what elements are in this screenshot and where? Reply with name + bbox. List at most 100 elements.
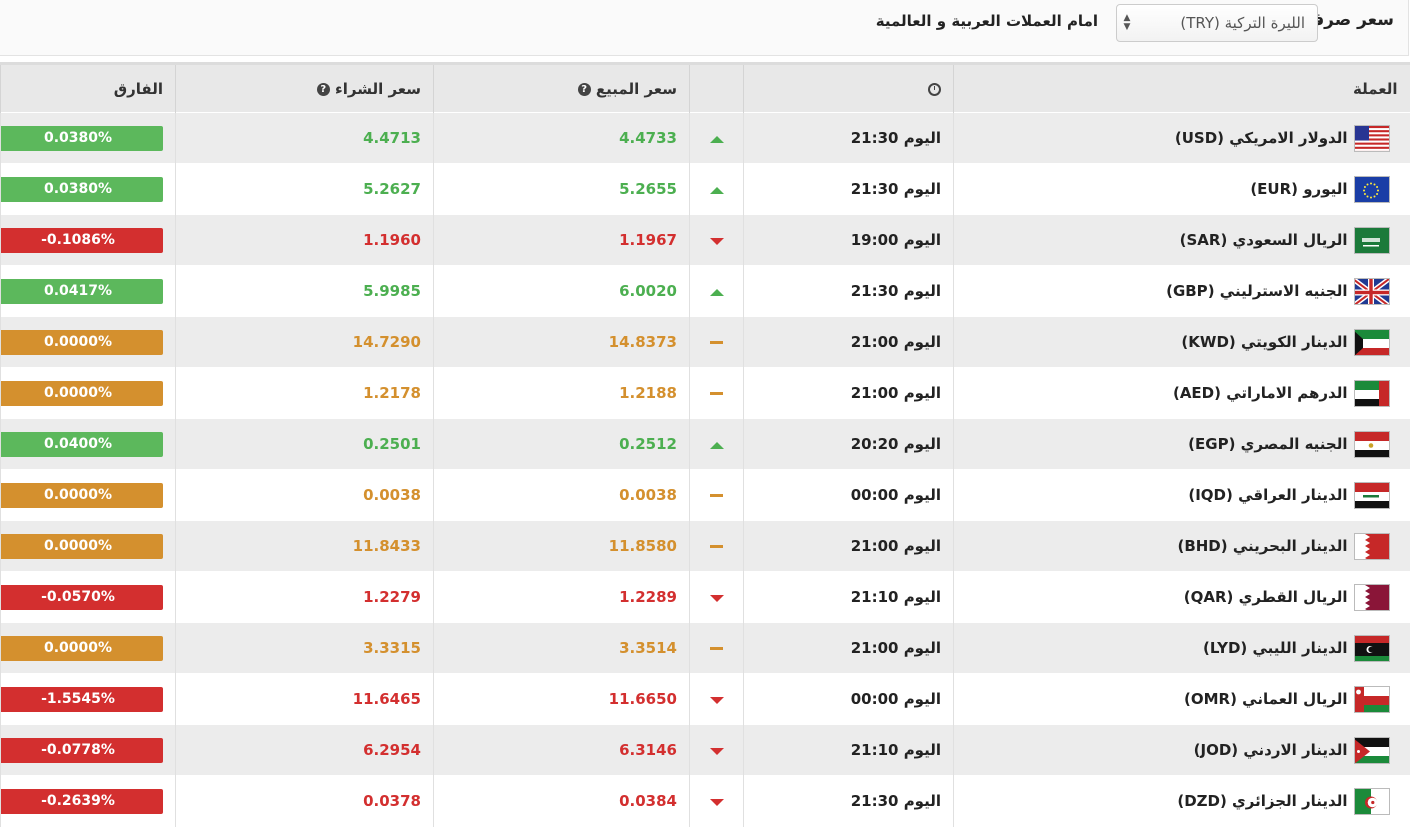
select-arrows-icon: ▲ ▼ — [1123, 13, 1131, 32]
trend-cell — [689, 265, 744, 317]
table-row: الدولار الامريكي (USD) اليوم 21:30 4.4733 4… — [0, 112, 1410, 164]
diff-badge: 0.0417% — [0, 278, 163, 304]
trend-up-icon — [709, 442, 724, 449]
table-header-row: العملة سعر المبيع ? سعر الشراء ? الفارق — [0, 62, 1410, 113]
buy-price: 4.4713 — [175, 112, 434, 164]
sell-price: 1.2188 — [433, 367, 690, 419]
diff-badge: 0.0400% — [0, 431, 163, 457]
iq-flag-icon — [1353, 481, 1390, 509]
diff-badge: -0.0570% — [0, 584, 163, 610]
update-time: اليوم 00:00 — [743, 673, 954, 725]
currency-name: الدرهم الاماراتي (AED) — [1172, 384, 1348, 402]
trend-flat-icon — [710, 647, 723, 650]
table-row: الجنيه المصري (EGP) اليوم 20:20 0.2512 0.25… — [0, 418, 1410, 470]
diff-badge: 0.0000% — [0, 635, 163, 661]
trend-cell — [689, 622, 744, 674]
trend-cell — [689, 418, 744, 470]
diff-cell: -1.5545% — [0, 673, 176, 725]
jo-flag-icon — [1353, 736, 1390, 764]
rate-suffix-label: امام العملات العربية و العالمية — [875, 12, 1098, 30]
exchange-rates-table: العملة سعر المبيع ? سعر الشراء ? الفارق … — [0, 62, 1410, 827]
help-icon[interactable]: ? — [316, 82, 330, 96]
trend-cell — [689, 775, 744, 827]
buy-price: 11.8433 — [175, 520, 434, 572]
currency-name: الدينار البحريني (BHD) — [1177, 537, 1348, 555]
update-time: اليوم 21:30 — [743, 775, 954, 827]
gb-flag-icon — [1353, 277, 1390, 305]
us-flag-icon — [1353, 124, 1390, 152]
table-row: الريال السعودي (SAR) اليوم 19:00 1.1967 1.1… — [0, 214, 1410, 266]
buy-price: 0.2501 — [175, 418, 434, 470]
currency-name: الريال العماني (OMR) — [1183, 690, 1348, 708]
trend-up-icon — [709, 136, 724, 143]
currency-name: الجنيه المصري (EGP) — [1188, 435, 1348, 453]
table-row: الدينار العراقي (IQD) اليوم 00:00 0.0038 0.… — [0, 469, 1410, 521]
qa-flag-icon — [1353, 583, 1390, 611]
trend-cell — [689, 367, 744, 419]
col-buy: سعر الشراء ? — [175, 62, 434, 113]
update-time: اليوم 21:10 — [743, 724, 954, 776]
buy-price: 6.2954 — [175, 724, 434, 776]
currency-cell: الجنيه الاسترليني (GBP) — [953, 265, 1410, 317]
update-time: اليوم 21:10 — [743, 571, 954, 623]
diff-cell: 0.0000% — [0, 469, 176, 521]
trend-flat-icon — [710, 341, 723, 344]
diff-cell: 0.0400% — [0, 418, 176, 470]
dz-flag-icon — [1353, 787, 1390, 815]
base-currency-select[interactable]: الليرة التركية (TRY) ▲ ▼ — [1116, 4, 1318, 42]
trend-cell — [689, 469, 744, 521]
diff-badge: 0.0000% — [0, 329, 163, 355]
trend-cell — [689, 724, 744, 776]
sell-price: 11.8580 — [433, 520, 690, 572]
currency-cell: الريال العماني (OMR) — [953, 673, 1410, 725]
diff-badge: -0.2639% — [0, 788, 163, 814]
diff-badge: -1.5545% — [0, 686, 163, 712]
trend-down-icon — [709, 799, 724, 807]
currency-name: الدينار الجزائري (DZD) — [1177, 792, 1348, 811]
ae-flag-icon — [1353, 379, 1390, 407]
table-row: الدينار الجزائري (DZD) اليوم 21:30 0.0384 0… — [0, 775, 1410, 827]
ly-flag-icon — [1353, 634, 1390, 662]
help-icon[interactable]: ? — [577, 82, 591, 96]
eg-flag-icon — [1353, 430, 1390, 458]
table-row: الدينار البحريني (BHD) اليوم 21:00 11.8580… — [0, 520, 1410, 572]
col-diff: الفارق — [0, 62, 176, 113]
diff-badge: -0.0778% — [0, 737, 163, 763]
col-sell: سعر المبيع ? — [433, 62, 690, 113]
trend-cell — [689, 571, 744, 623]
update-time: اليوم 20:20 — [743, 418, 954, 470]
trend-cell — [689, 520, 744, 572]
col-trend — [689, 62, 744, 113]
currency-cell: الدينار البحريني (BHD) — [953, 520, 1410, 572]
kw-flag-icon — [1353, 328, 1390, 356]
trend-cell — [689, 214, 744, 266]
clock-icon — [928, 82, 941, 96]
currency-name: اليورو (EUR) — [1250, 180, 1348, 198]
table-row: الدينار الليبي (LYD) اليوم 21:00 3.3514 3.3… — [0, 622, 1410, 674]
trend-cell — [689, 316, 744, 368]
sell-price: 1.2289 — [433, 571, 690, 623]
buy-price: 5.9985 — [175, 265, 434, 317]
buy-price: 3.3315 — [175, 622, 434, 674]
currency-name: الريال القطري (QAR) — [1183, 588, 1348, 606]
currency-cell: الدينار الكويتي (KWD) — [953, 316, 1410, 368]
update-time: اليوم 21:30 — [743, 265, 954, 317]
buy-price: 0.0378 — [175, 775, 434, 827]
sell-price: 6.3146 — [433, 724, 690, 776]
currency-name: الدينار العراقي (IQD) — [1188, 486, 1348, 504]
update-time: اليوم 21:00 — [743, 367, 954, 419]
diff-badge: -0.1086% — [0, 227, 163, 253]
buy-price: 11.6465 — [175, 673, 434, 725]
bh-flag-icon — [1353, 532, 1390, 560]
update-time: اليوم 21:00 — [743, 520, 954, 572]
currency-selector-bar: سعر صرف الليرة التركية (TRY) ▲ ▼ امام الع… — [0, 0, 1409, 56]
diff-cell: 0.0000% — [0, 316, 176, 368]
table-row: الدرهم الاماراتي (AED) اليوم 21:00 1.2188 1… — [0, 367, 1410, 419]
col-currency: العملة — [953, 62, 1410, 113]
currency-cell: الريال السعودي (SAR) — [953, 214, 1410, 266]
trend-up-icon — [709, 187, 724, 194]
diff-cell: 0.0000% — [0, 622, 176, 674]
diff-cell: -0.0570% — [0, 571, 176, 623]
trend-flat-icon — [710, 392, 723, 395]
trend-cell — [689, 163, 744, 215]
